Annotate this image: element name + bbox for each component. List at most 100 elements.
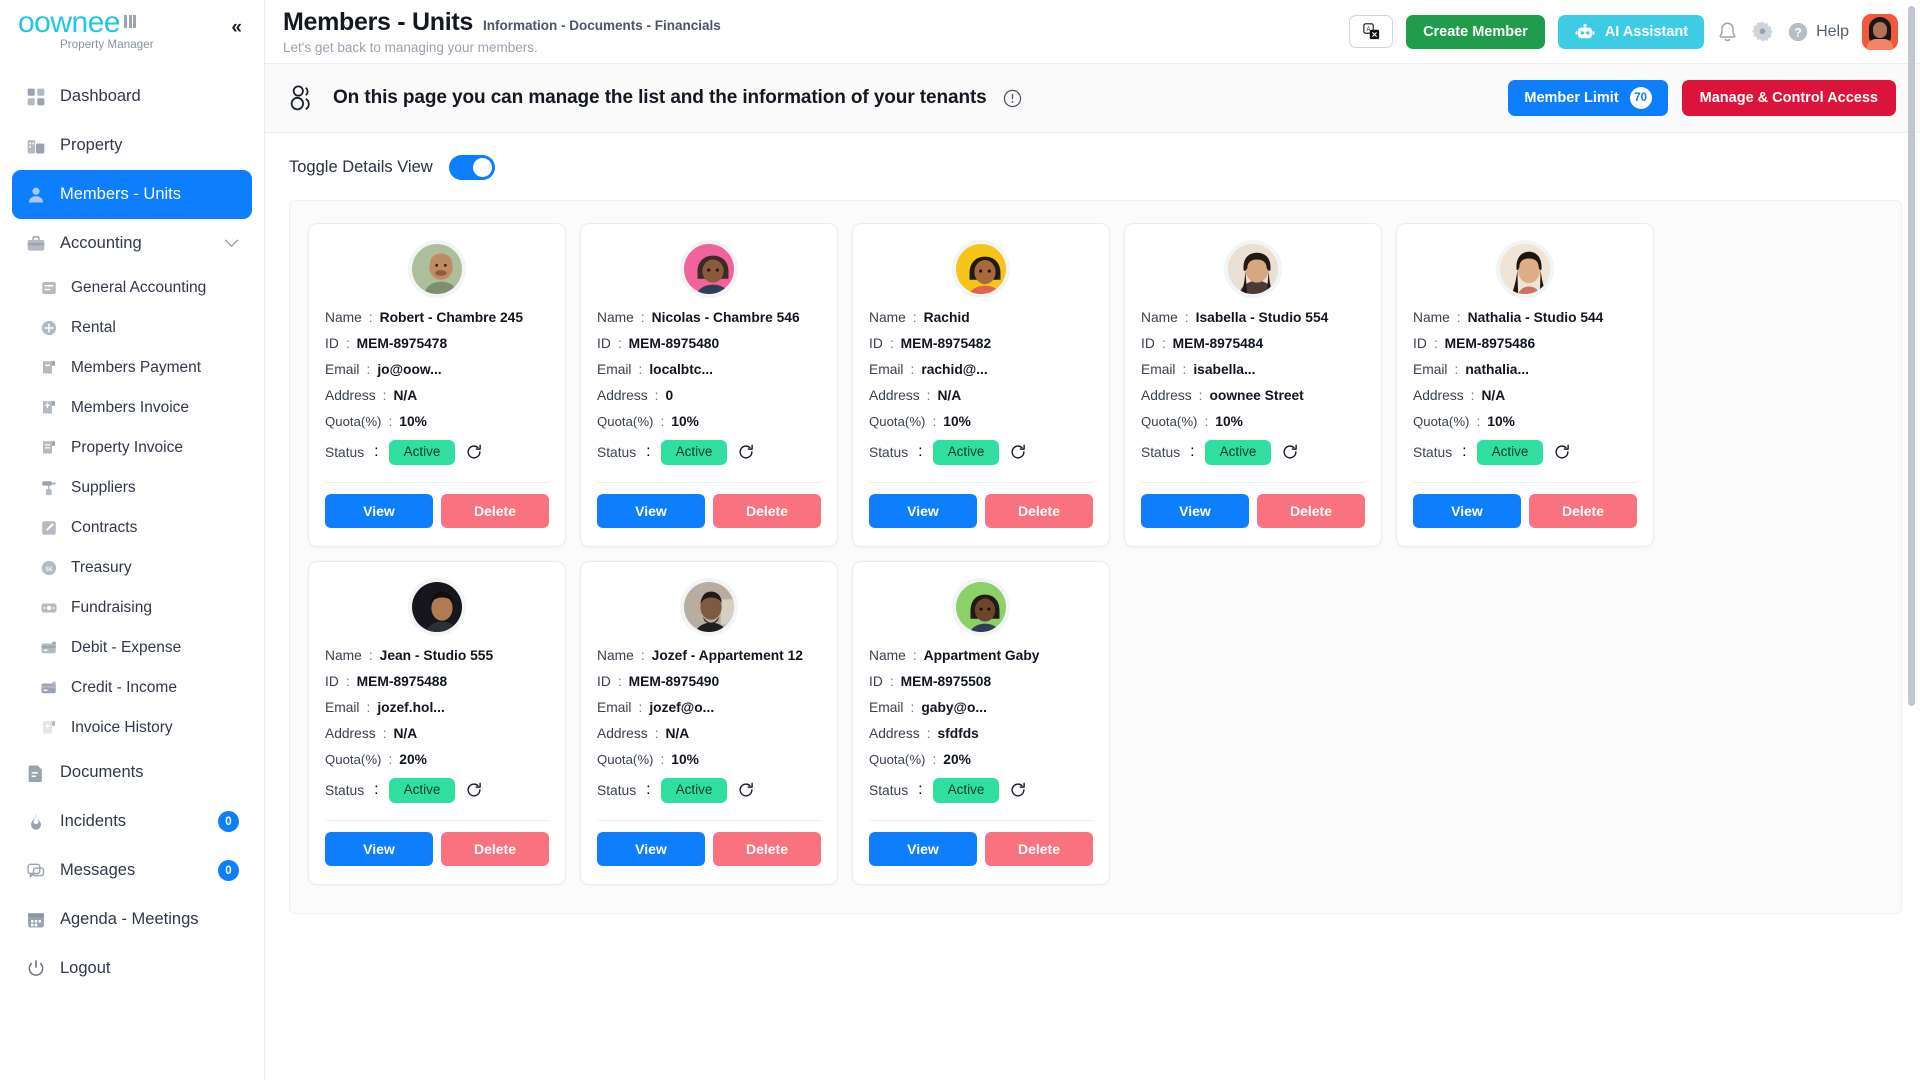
delete-button[interactable]: Delete [1257,493,1365,528]
circle-plus-icon [41,320,56,336]
sidebar-item-label: Accounting [60,234,142,252]
delete-button[interactable]: Delete [713,493,821,528]
sidebar-item-label: Dashboard [60,87,141,105]
separator: : [345,336,350,351]
status-badge[interactable]: Active [660,777,728,803]
refresh-icon[interactable] [1281,443,1299,461]
view-button[interactable]: View [1413,493,1521,528]
brand-logo[interactable]: oownee Property Manager [18,8,154,52]
view-button[interactable]: View [597,493,705,528]
label-quota: Quota(%) [325,751,382,767]
view-button[interactable]: View [597,831,705,866]
refresh-icon[interactable] [1009,781,1027,799]
delete-button[interactable]: Delete [985,493,1093,528]
member-quota-value: 20% [399,751,427,767]
delete-button[interactable]: Delete [1529,493,1637,528]
create-member-button[interactable]: Create Member [1406,14,1545,49]
sidebar-item-invoice-history[interactable]: Invoice History [26,708,252,748]
manage-control-access-button[interactable]: Manage & Control Access [1681,80,1896,116]
sidebar-item-property-invoice[interactable]: Property Invoice [26,428,252,468]
sidebar-item-messages[interactable]: Messages 0 [12,846,252,895]
delete-button[interactable]: Delete [441,493,549,528]
member-id-field: ID : MEM-8975482 [869,336,1093,351]
sidebar-item-members-payment[interactable]: Members Payment [26,348,252,388]
member-quota-value: 10% [1487,414,1515,429]
sidebar-item-members-invoice[interactable]: Members Invoice [26,388,252,428]
settings-button[interactable] [1751,20,1774,43]
member-avatar [680,577,738,636]
member-limit-button[interactable]: Member Limit 70 [1508,80,1668,116]
notifications-button[interactable] [1717,21,1738,43]
refresh-icon[interactable] [465,781,483,799]
sidebar-item-treasury[interactable]: $€ Treasury [26,548,252,588]
sidebar-item-property[interactable]: Property [12,121,252,170]
refresh-icon[interactable] [737,443,755,461]
sidebar-item-general-accounting[interactable]: General Accounting [26,268,252,308]
member-email-field: Email : jozef@o... [597,700,821,715]
sidebar-item-agenda-meetings[interactable]: Agenda - Meetings [12,895,252,944]
sidebar-item-credit-income[interactable]: Credit - Income [26,668,252,708]
user-avatar[interactable] [1862,13,1898,50]
label-id: ID [1413,336,1427,351]
pencil-square-icon [41,521,56,535]
receipt-icon [42,441,55,454]
member-status-field: Status : Active [869,440,1093,465]
status-badge[interactable]: Active [932,440,1000,465]
receipt-minus-icon [42,361,55,374]
status-badge[interactable]: Active [932,777,1000,803]
delete-button[interactable]: Delete [985,831,1093,866]
view-button[interactable]: View [869,493,977,528]
status-badge[interactable]: Active [660,440,728,465]
status-badge[interactable]: Active [388,777,456,803]
sidebar-item-suppliers[interactable]: Suppliers [26,468,252,508]
delete-button[interactable]: Delete [713,831,821,866]
sidebar-item-logout[interactable]: Logout [12,944,252,993]
sidebar-item-rental[interactable]: Rental [26,308,252,348]
chevron-down-icon[interactable] [224,236,239,251]
member-address-field: Address : N/A [597,726,821,741]
content-scroll-area[interactable]: On this page you can manage the list and… [265,64,1920,1080]
delete-button[interactable]: Delete [441,831,549,866]
label-quota: Quota(%) [597,414,654,429]
chevron-double-left-icon[interactable]: « [231,18,242,37]
sidebar-item-incidents[interactable]: Incidents 0 [12,797,252,846]
label-name: Name [597,647,634,663]
sidebar-item-contracts[interactable]: Contracts [26,508,252,548]
svg-text:?: ? [1794,25,1801,39]
sidebar-item-label: Property Invoice [71,439,183,456]
refresh-icon[interactable] [465,443,483,461]
sidebar-item-accounting[interactable]: Accounting [12,219,252,268]
status-badge[interactable]: Active [1204,440,1272,465]
member-address-value: 0 [665,388,674,403]
label-status: Status [597,782,637,798]
info-circle-icon[interactable] [1003,89,1022,108]
sidebar-item-members-units[interactable]: Members - Units [12,170,252,219]
toggle-details-view-switch[interactable] [448,155,495,180]
refresh-icon[interactable] [737,781,755,799]
status-badge[interactable]: Active [1476,440,1544,465]
translate-button[interactable]: A [1349,15,1394,48]
coin-icon: $€ [39,559,58,578]
label-id: ID [1141,336,1155,351]
chat-icon [25,860,47,882]
sidebar-item-label: Suppliers [71,479,136,496]
view-button[interactable]: View [325,493,433,528]
label-address: Address [869,388,920,403]
status-badge[interactable]: Active [388,440,456,465]
ai-assistant-button[interactable]: AI Assistant [1557,14,1705,49]
sidebar-item-documents[interactable]: Documents [12,748,252,797]
sidebar-item-dashboard[interactable]: Dashboard [12,72,252,121]
member-name-value: Nathalia - Studio 544 [1467,310,1604,325]
help-button[interactable]: ? Help [1787,21,1849,43]
member-id-value: MEM-8975486 [1444,336,1536,351]
view-button[interactable]: View [1141,493,1249,528]
view-button[interactable]: View [869,831,977,866]
card-divider [325,819,549,821]
view-button[interactable]: View [325,831,433,866]
pencil-square-icon [39,519,58,538]
sidebar-item-fundraising[interactable]: Fundraising [26,588,252,628]
refresh-icon[interactable] [1553,443,1571,461]
refresh-icon[interactable] [1009,443,1027,461]
sidebar-item-debit-expense[interactable]: Debit - Expense [26,628,252,668]
avatar-photo [412,581,462,632]
